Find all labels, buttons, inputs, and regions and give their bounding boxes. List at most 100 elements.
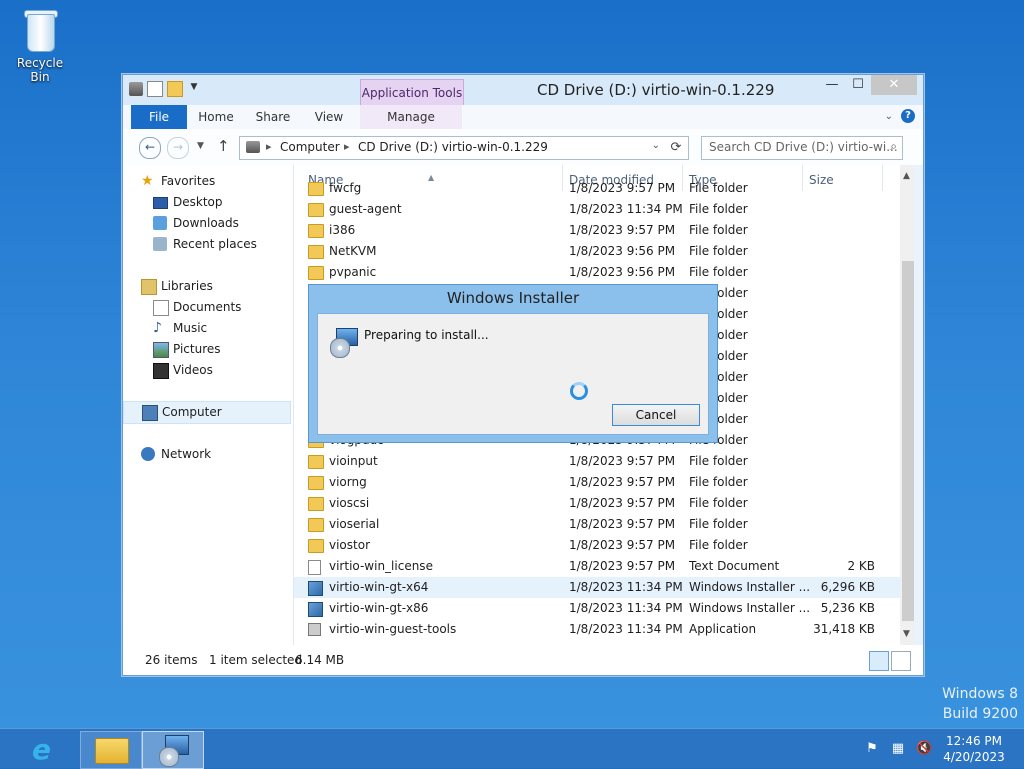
tab-share[interactable]: Share [245, 105, 301, 129]
breadcrumb-cd-drive[interactable]: CD Drive (D:) virtio-win-0.1.229 [358, 140, 548, 154]
new-folder-icon[interactable] [167, 81, 183, 97]
file-type: File folder [689, 496, 748, 510]
forward-button[interactable]: → [167, 137, 189, 159]
nav-desktop[interactable]: Desktop [123, 192, 289, 213]
nav-videos[interactable]: Videos [123, 360, 289, 381]
table-row[interactable]: virtio-win-gt-x86 1/8/2023 11:34 PM Window… [294, 598, 900, 619]
title-bar[interactable]: ▼ Application Tools CD Drive (D:) virtio… [123, 75, 923, 106]
customize-toolbar-icon[interactable]: ▼ [187, 82, 201, 96]
nav-pictures[interactable]: Pictures [123, 339, 289, 360]
dialog-body: Preparing to install... Cancel [317, 313, 709, 435]
scroll-thumb[interactable] [902, 261, 914, 621]
file-date: 1/8/2023 9:57 PM [569, 496, 676, 510]
up-button[interactable]: ↑ [217, 137, 230, 155]
properties-icon[interactable] [147, 81, 163, 97]
nav-documents[interactable]: Documents [123, 297, 289, 318]
table-row[interactable]: pvpanic 1/8/2023 9:56 PM File folder [294, 262, 900, 283]
table-row[interactable]: virtio-win-gt-x64 1/8/2023 11:34 PM Window… [294, 577, 900, 598]
tab-file[interactable]: File [131, 105, 187, 129]
taskbar-file-explorer[interactable] [80, 731, 142, 769]
table-row[interactable]: viostor 1/8/2023 9:57 PM File folder [294, 535, 900, 556]
file-date: 1/8/2023 9:57 PM [569, 181, 676, 195]
tab-view[interactable]: View [301, 105, 357, 129]
nav-downloads[interactable]: Downloads [123, 213, 289, 234]
music-icon: ♪ [153, 320, 162, 336]
file-name: guest-agent [329, 202, 402, 216]
file-name: viostor [329, 538, 371, 552]
file-date: 1/8/2023 9:57 PM [569, 559, 676, 573]
file-name: vioinput [329, 454, 378, 468]
folder-icon [308, 182, 324, 196]
minimize-button[interactable]: — [819, 75, 845, 95]
refresh-button[interactable]: ⟳ [664, 136, 689, 160]
breadcrumb-separator-icon[interactable]: ▸ [344, 140, 350, 153]
quick-access-toolbar: ▼ [129, 81, 201, 97]
table-row[interactable]: NetKVM 1/8/2023 9:56 PM File folder [294, 241, 900, 262]
scroll-up-icon[interactable]: ▲ [903, 171, 910, 181]
vertical-scrollbar[interactable]: ▲ ▼ [900, 165, 914, 645]
nav-computer[interactable]: Computer [123, 401, 291, 424]
search-box[interactable]: Search CD Drive (D:) virtio-wi... ⌕ [701, 136, 903, 160]
table-row[interactable]: vioinput 1/8/2023 9:57 PM File folder [294, 451, 900, 472]
nav-music[interactable]: ♪ Music [123, 318, 289, 339]
table-row[interactable]: vioserial 1/8/2023 9:57 PM File folder [294, 514, 900, 535]
taskbar-internet-explorer[interactable]: e [16, 731, 76, 767]
maximize-button[interactable]: ☐ [845, 75, 871, 95]
volume-muted-icon[interactable]: 🔇 [916, 741, 932, 757]
table-row[interactable]: viorng 1/8/2023 9:57 PM File folder [294, 472, 900, 493]
chevron-down-icon[interactable]: ⌄ [652, 140, 660, 151]
action-center-flag-icon[interactable]: ⚑ [864, 741, 880, 757]
dialog-title[interactable]: Windows Installer [309, 289, 717, 307]
file-type: File folder [689, 538, 748, 552]
file-size: 6,296 KB [820, 580, 875, 594]
recent-locations-icon[interactable]: ▼ [197, 141, 204, 151]
scroll-down-icon[interactable]: ▼ [903, 629, 910, 639]
nav-recent-places[interactable]: Recent places [123, 234, 289, 255]
taskbar-clock[interactable]: 12:46 PM 4/20/2023 [942, 733, 1006, 765]
help-icon[interactable]: ? [901, 109, 915, 123]
address-bar[interactable]: ▸ Computer ▸ CD Drive (D:) virtio-win-0.… [239, 136, 665, 160]
folder-icon [308, 476, 324, 490]
nav-favorites[interactable]: ★ Favorites [123, 171, 289, 192]
table-row[interactable]: i386 1/8/2023 9:57 PM File folder [294, 220, 900, 241]
file-type: File folder [689, 223, 748, 237]
search-input[interactable]: Search CD Drive (D:) virtio-wi... [709, 140, 898, 154]
file-type: Application [689, 622, 757, 636]
tab-manage[interactable]: Manage [360, 105, 462, 129]
file-type: File folder [689, 454, 748, 468]
application-icon [308, 623, 321, 636]
close-button[interactable]: ✕ [871, 75, 917, 95]
table-row[interactable]: virtio-win-guest-tools 1/8/2023 11:34 PM A… [294, 619, 900, 640]
table-row[interactable]: virtio-win_license 1/8/2023 9:57 PM Text D… [294, 556, 900, 577]
table-row[interactable]: fwcfg 1/8/2023 9:57 PM File folder [294, 178, 900, 199]
breadcrumb-computer[interactable]: Computer [280, 140, 340, 154]
nav-network[interactable]: Network [123, 444, 289, 465]
file-name: vioserial [329, 517, 380, 531]
folder-icon [308, 245, 324, 259]
file-date: 1/8/2023 11:34 PM [569, 601, 683, 615]
videos-icon [153, 363, 169, 379]
network-status-icon[interactable]: ▦ [890, 741, 906, 757]
file-type: File folder [689, 181, 748, 195]
os-watermark: Windows 8 Build 9200 [942, 686, 1018, 722]
expand-ribbon-icon[interactable]: ⌄ [885, 111, 893, 122]
recycle-bin[interactable]: Recycle Bin [6, 8, 74, 84]
table-row[interactable]: vioscsi 1/8/2023 9:57 PM File folder [294, 493, 900, 514]
large-icons-view-button[interactable] [891, 651, 911, 671]
file-size: 2 KB [847, 559, 875, 573]
back-button[interactable]: ← [139, 137, 161, 159]
item-count: 26 items [145, 653, 198, 667]
file-date: 1/8/2023 9:56 PM [569, 265, 676, 279]
tab-home[interactable]: Home [187, 105, 245, 129]
system-tray: ⚑ ▦ 🔇 [864, 741, 932, 757]
details-view-button[interactable] [869, 651, 889, 671]
table-row[interactable]: guest-agent 1/8/2023 11:34 PM File folder [294, 199, 900, 220]
file-name: virtio-win-guest-tools [329, 622, 457, 636]
cancel-button[interactable]: Cancel [612, 404, 700, 426]
breadcrumb-separator-icon[interactable]: ▸ [266, 140, 272, 153]
nav-libraries[interactable]: Libraries [123, 276, 289, 297]
internet-explorer-icon: e [32, 733, 51, 766]
file-date: 1/8/2023 9:56 PM [569, 244, 676, 258]
taskbar-windows-installer[interactable] [142, 731, 204, 769]
search-icon[interactable]: ⌕ [890, 139, 897, 154]
